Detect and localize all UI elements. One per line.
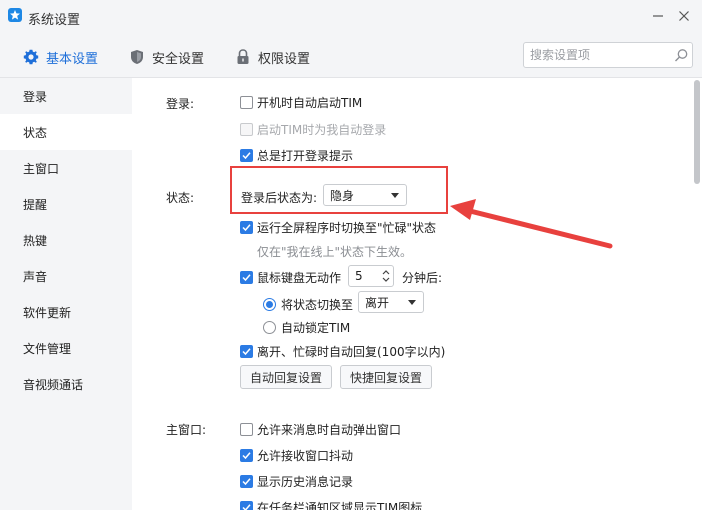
- check-icon: [242, 452, 251, 460]
- fullscreen-busy-hint: 仅在"我在线上"状态下生效。: [257, 245, 413, 259]
- window-shake-option[interactable]: 允许接收窗口抖动: [240, 447, 353, 464]
- login-prompt-checkbox[interactable]: [240, 149, 253, 162]
- switch-status-radio[interactable]: [263, 298, 276, 311]
- check-icon: [242, 504, 251, 510]
- lock-icon: [234, 48, 252, 66]
- scrollbar-thumb[interactable]: [694, 80, 700, 184]
- history-option[interactable]: 显示历史消息记录: [240, 473, 353, 490]
- idle-minutes-stepper[interactable]: 5: [348, 265, 394, 287]
- minimize-button[interactable]: [648, 6, 668, 26]
- stepper-arrows-icon[interactable]: [381, 268, 391, 284]
- tab-basic-settings[interactable]: 基本设置: [22, 46, 98, 68]
- sidebar-item-login[interactable]: 登录: [0, 78, 132, 114]
- idle-minutes-value: 5: [355, 269, 363, 283]
- window-title: 系统设置: [28, 13, 81, 28]
- minimize-icon: [653, 15, 663, 17]
- close-icon: [679, 11, 689, 21]
- switch-status-select[interactable]: 离开: [358, 291, 424, 313]
- auto-reply-option[interactable]: 离开、忙碌时自动回复(100字以内): [240, 343, 445, 360]
- login-prompt-label: 总是打开登录提示: [257, 149, 354, 163]
- switch-status-value: 离开: [365, 295, 390, 310]
- login-section-label: 登录:: [166, 97, 195, 111]
- auto-popup-option[interactable]: 允许来消息时自动弹出窗口: [240, 421, 401, 438]
- tim-logo-icon: [8, 8, 22, 22]
- history-label: 显示历史消息记录: [257, 475, 354, 489]
- auto-login-checkbox: [240, 123, 253, 136]
- settings-window: 系统设置 基本设置 安全设置 权限设置 搜索设置项 登录 状态 主窗口 提醒 热…: [0, 0, 702, 510]
- tab-permission-settings[interactable]: 权限设置: [234, 46, 310, 68]
- sidebar-item-av-call[interactable]: 音视频通话: [0, 366, 132, 402]
- idle-label: 鼠标键盘无动作: [257, 271, 342, 285]
- main-window-section-label: 主窗口:: [166, 423, 207, 437]
- auto-popup-label: 允许来消息时自动弹出窗口: [257, 423, 402, 437]
- shield-icon: [128, 48, 146, 66]
- check-icon: [242, 152, 251, 160]
- tray-icon-option[interactable]: 在任务栏通知区域显示TIM图标: [240, 499, 422, 510]
- settings-sidebar: 登录 状态 主窗口 提醒 热键 声音 软件更新 文件管理 音视频通话: [0, 78, 132, 510]
- fullscreen-busy-option[interactable]: 运行全屏程序时切换至"忙碌"状态: [240, 219, 436, 236]
- auto-start-label: 开机时自动启动TIM: [257, 96, 363, 110]
- auto-popup-checkbox[interactable]: [240, 423, 253, 436]
- gear-icon: [22, 48, 40, 66]
- login-prompt-option[interactable]: 总是打开登录提示: [240, 147, 353, 164]
- auto-lock-label: 自动锁定TIM: [281, 321, 351, 335]
- tab-basic-settings-label: 基本设置: [46, 51, 99, 67]
- settings-tabbar: 基本设置 安全设置 权限设置: [0, 34, 702, 78]
- auto-reply-checkbox[interactable]: [240, 345, 253, 358]
- settings-content: 登录: 开机时自动启动TIM 启动TIM时为我自动登录 总是打开登录提示 状态:…: [132, 78, 702, 510]
- sidebar-item-main-window[interactable]: 主窗口: [0, 150, 132, 186]
- idle-option[interactable]: 鼠标键盘无动作: [240, 269, 341, 286]
- auto-login-option: 启动TIM时为我自动登录: [240, 121, 386, 138]
- status-section-label: 状态:: [166, 191, 195, 205]
- switch-status-option[interactable]: 将状态切换至: [263, 296, 353, 313]
- auto-login-label: 启动TIM时为我自动登录: [257, 123, 387, 137]
- sidebar-item-sound[interactable]: 声音: [0, 258, 132, 294]
- check-icon: [242, 348, 251, 356]
- tab-permission-settings-label: 权限设置: [258, 51, 311, 67]
- window-shake-label: 允许接收窗口抖动: [257, 449, 354, 463]
- sidebar-item-reminder[interactable]: 提醒: [0, 186, 132, 222]
- tray-icon-label: 在任务栏通知区域显示TIM图标: [257, 501, 423, 510]
- sidebar-item-file-management[interactable]: 文件管理: [0, 330, 132, 366]
- sidebar-item-software-update[interactable]: 软件更新: [0, 294, 132, 330]
- quick-reply-settings-button[interactable]: 快捷回复设置: [340, 365, 432, 389]
- check-icon: [242, 274, 251, 282]
- tab-security-settings-label: 安全设置: [152, 51, 205, 67]
- sidebar-item-status[interactable]: 状态: [0, 114, 132, 150]
- auto-reply-settings-button[interactable]: 自动回复设置: [240, 365, 332, 389]
- history-checkbox[interactable]: [240, 475, 253, 488]
- annotation-highlight-box: [230, 166, 448, 214]
- sidebar-item-hotkeys[interactable]: 热键: [0, 222, 132, 258]
- auto-lock-radio[interactable]: [263, 321, 276, 334]
- chevron-down-icon: [408, 300, 416, 305]
- search-input[interactable]: [530, 45, 670, 65]
- auto-reply-label: 离开、忙碌时自动回复(100字以内): [257, 345, 446, 359]
- fullscreen-busy-checkbox[interactable]: [240, 221, 253, 234]
- auto-start-checkbox[interactable]: [240, 96, 253, 109]
- auto-start-option[interactable]: 开机时自动启动TIM: [240, 94, 362, 111]
- search-box: [523, 42, 693, 68]
- tray-icon-checkbox[interactable]: [240, 501, 253, 510]
- close-button[interactable]: [674, 6, 694, 26]
- fullscreen-busy-label: 运行全屏程序时切换至"忙碌"状态: [257, 221, 437, 235]
- window-shake-checkbox[interactable]: [240, 449, 253, 462]
- idle-checkbox[interactable]: [240, 271, 253, 284]
- idle-suffix: 分钟后:: [402, 271, 443, 285]
- annotation-arrow-icon: [450, 199, 613, 249]
- title-bar: 系统设置: [0, 0, 702, 34]
- check-icon: [242, 224, 251, 232]
- auto-lock-option[interactable]: 自动锁定TIM: [263, 319, 350, 336]
- search-icon[interactable]: [674, 48, 689, 66]
- switch-status-label: 将状态切换至: [281, 298, 354, 312]
- check-icon: [242, 478, 251, 486]
- tab-security-settings[interactable]: 安全设置: [128, 46, 204, 68]
